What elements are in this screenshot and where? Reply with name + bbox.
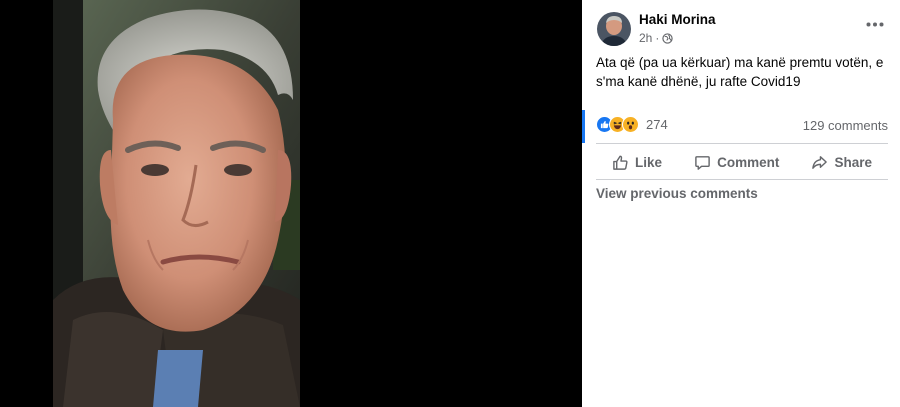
share-button-label: Share: [834, 154, 872, 170]
view-previous-comments-link[interactable]: View previous comments: [596, 186, 758, 201]
divider: [596, 143, 888, 144]
post-photo[interactable]: [53, 0, 300, 407]
post-meta: 2h ·: [639, 31, 674, 45]
post-details-panel: Haki Morina 2h · Ata që (pa ua kërkuar) …: [582, 0, 900, 407]
post-text: Ata që (pa ua kërkuar) ma kanë premtu vo…: [596, 55, 884, 89]
share-button[interactable]: Share: [811, 154, 872, 171]
author-name[interactable]: Haki Morina: [639, 12, 716, 27]
scroll-indicator: [582, 110, 585, 143]
reactions-summary[interactable]: 274: [596, 116, 668, 133]
like-button-label: Like: [635, 154, 663, 170]
wow-reaction-icon: [622, 116, 639, 133]
globe-icon: [662, 32, 674, 44]
comment-button-label: Comment: [717, 154, 780, 170]
more-horizontal-icon: [866, 22, 884, 26]
share-arrow-icon: [812, 155, 828, 169]
post-time[interactable]: 2h: [639, 31, 652, 45]
more-options-button[interactable]: [864, 17, 886, 31]
reaction-count: 274: [646, 117, 668, 132]
comment-button[interactable]: Comment: [694, 154, 779, 171]
photo-viewer: [0, 0, 582, 407]
comments-count-link[interactable]: 129 comments: [803, 118, 888, 133]
thumbs-up-icon: [613, 155, 628, 170]
author-avatar[interactable]: [597, 12, 631, 46]
like-button[interactable]: Like: [612, 154, 662, 171]
divider: [596, 179, 888, 180]
post-actions-bar: Like Comment Share: [596, 150, 888, 174]
comment-bubble-icon: [695, 155, 710, 170]
